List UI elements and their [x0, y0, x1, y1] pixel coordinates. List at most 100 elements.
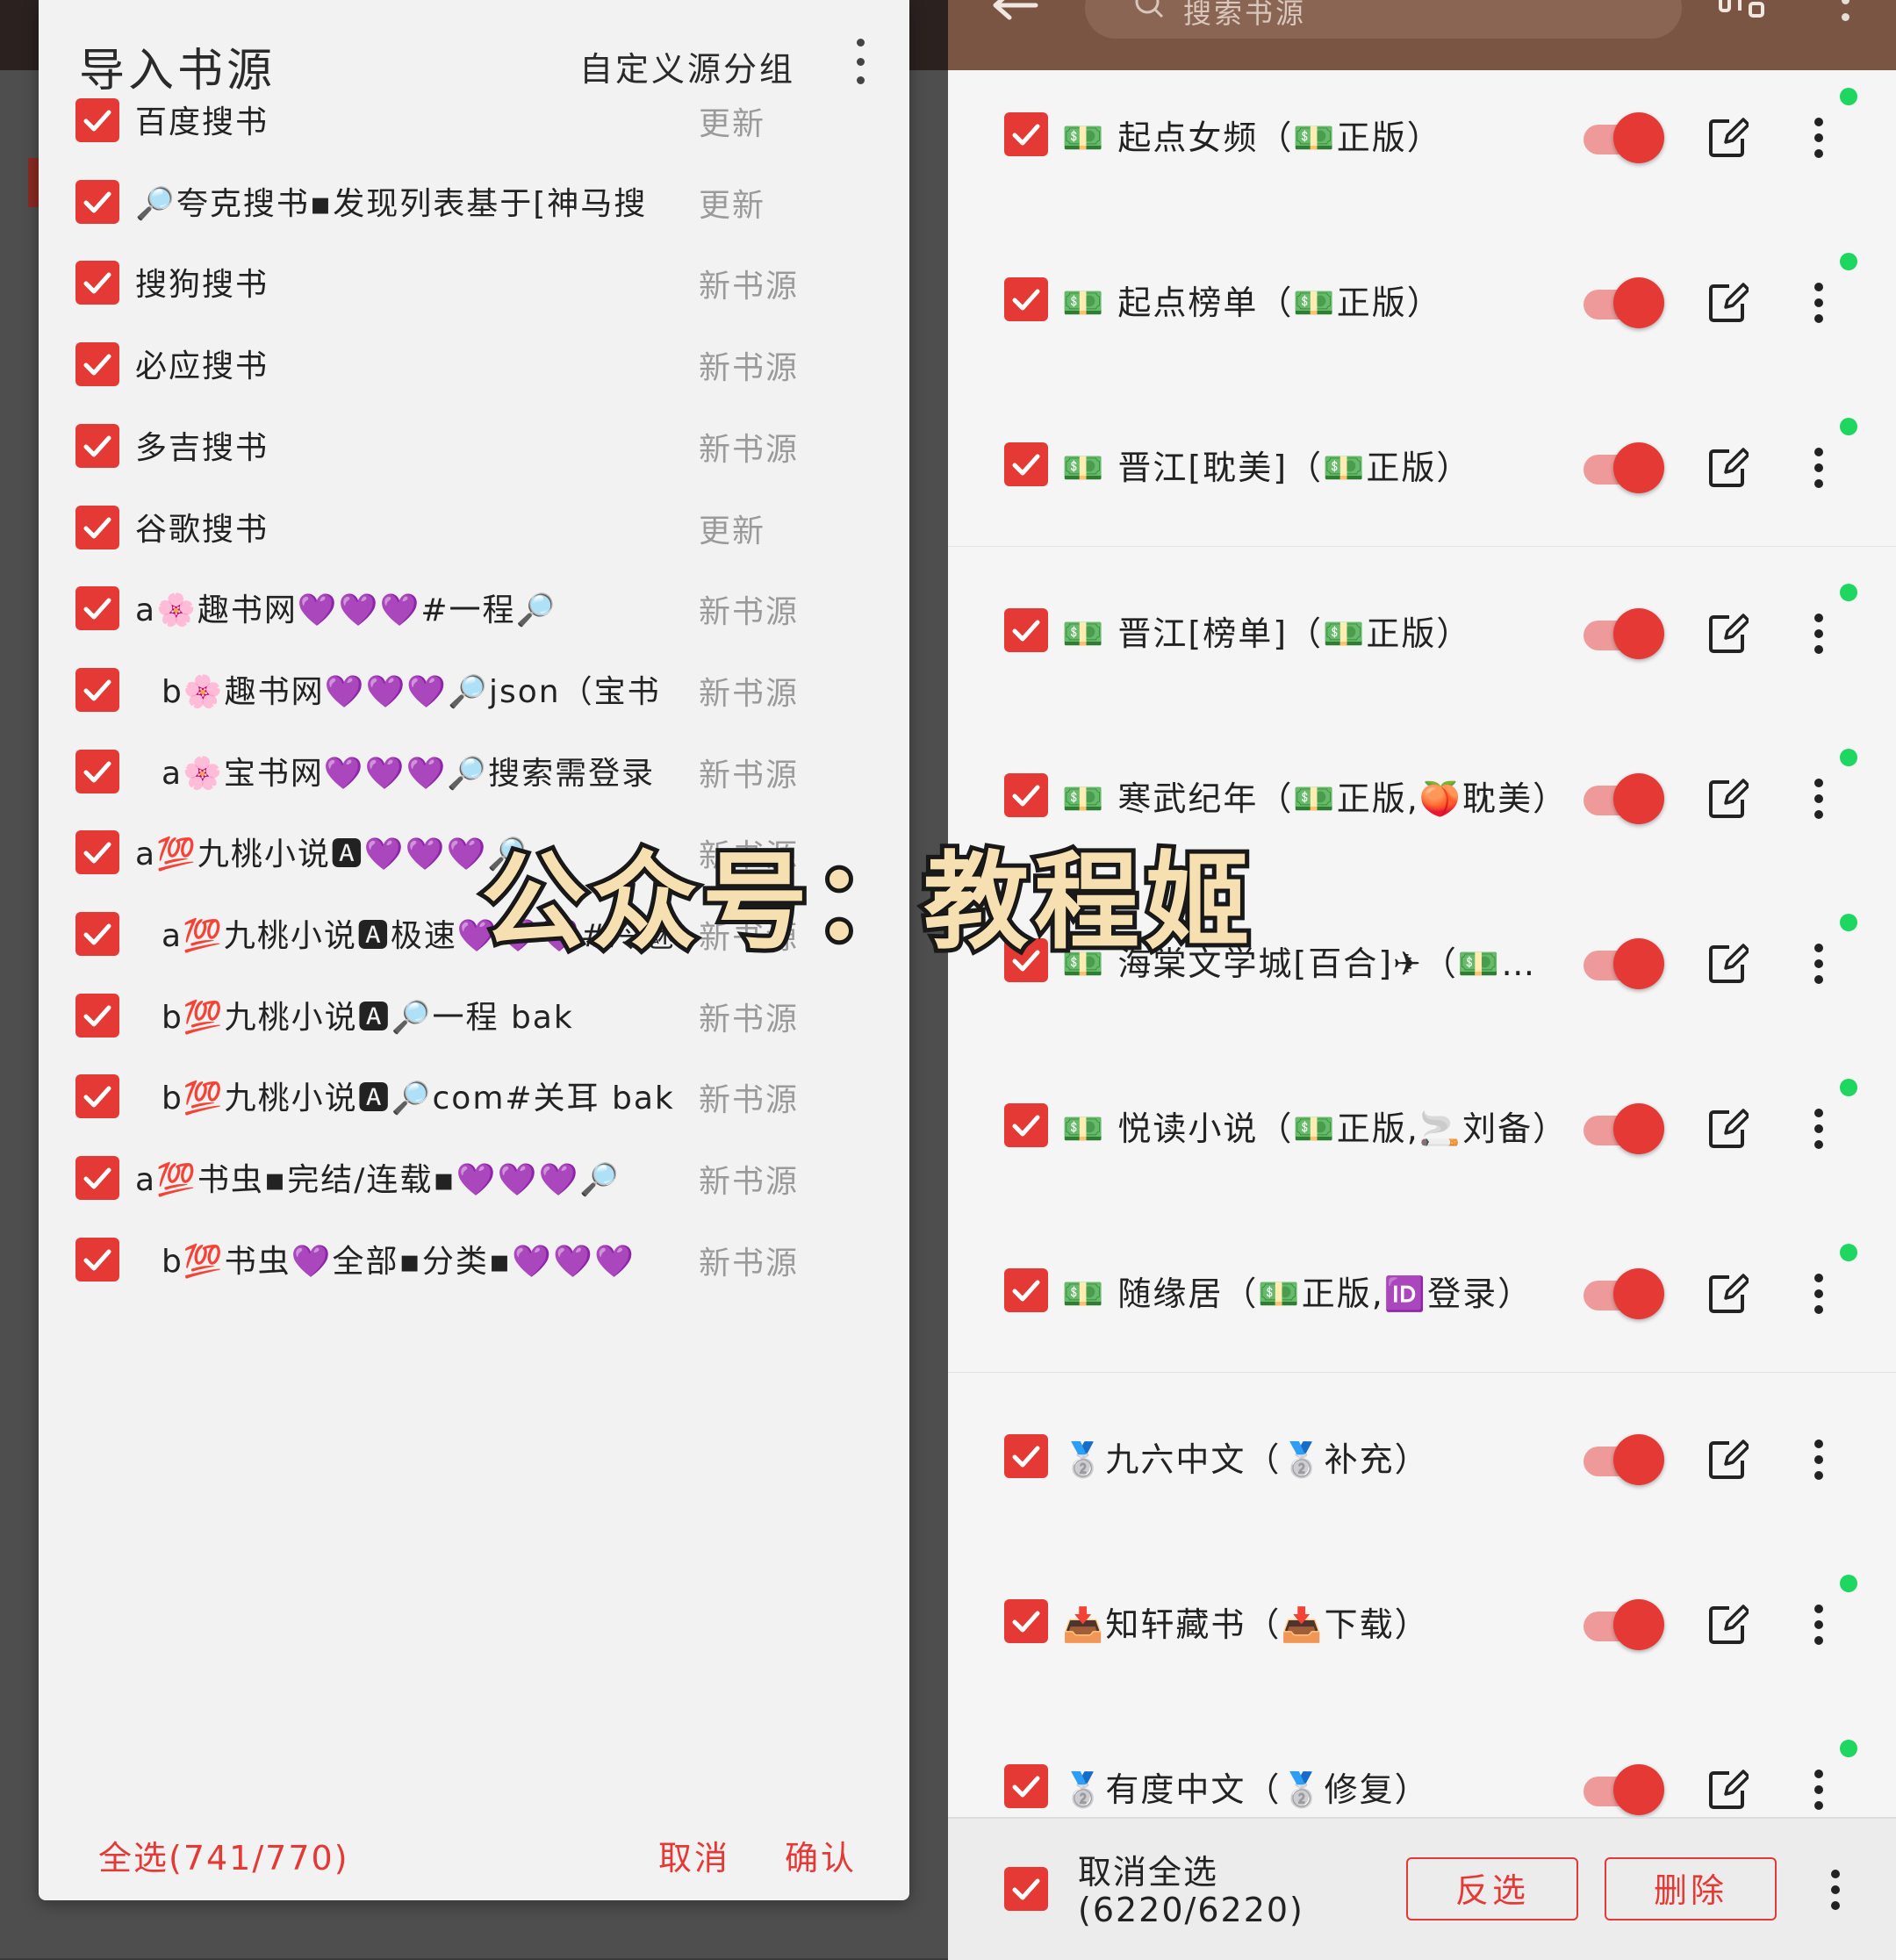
- more-vert-icon[interactable]: [1813, 1439, 1825, 1480]
- import-status: 更新: [699, 106, 766, 142]
- check-icon: [83, 598, 111, 620]
- edit-icon[interactable]: [1708, 613, 1749, 654]
- source-checkbox[interactable]: [1004, 772, 1048, 817]
- check-icon: [83, 679, 111, 701]
- import-checkbox[interactable]: [75, 667, 119, 712]
- edit-icon[interactable]: [1708, 779, 1749, 819]
- edit-icon[interactable]: [1708, 118, 1749, 158]
- import-checkbox[interactable]: [75, 505, 119, 549]
- source-row[interactable]: 🥈有度中文（🥈修复）: [948, 1703, 1896, 1817]
- check-icon: [83, 842, 111, 864]
- sort-icon[interactable]: [1717, 0, 1770, 26]
- source-name: a🌸宝书网💜💜💜🔎搜索需登录: [162, 755, 656, 792]
- import-checkbox[interactable]: [75, 993, 119, 1037]
- enable-toggle[interactable]: [1584, 772, 1664, 824]
- delete-button[interactable]: 删除: [1605, 1857, 1777, 1921]
- import-checkbox[interactable]: [75, 1237, 119, 1282]
- toolbar-more-icon[interactable]: [1838, 0, 1852, 21]
- edit-icon[interactable]: [1708, 448, 1749, 488]
- import-checkbox[interactable]: [75, 1156, 119, 1201]
- more-vert-icon[interactable]: [1829, 1870, 1842, 1910]
- more-vert-icon[interactable]: [1813, 283, 1825, 324]
- enable-toggle[interactable]: [1584, 607, 1664, 659]
- enable-toggle[interactable]: [1584, 112, 1664, 163]
- source-name: 💵 随缘居（💵正版,🆔登录）: [1062, 1274, 1533, 1314]
- enable-toggle[interactable]: [1584, 1433, 1664, 1485]
- custom-group-button[interactable]: 自定义源分组: [579, 42, 795, 90]
- confirm-button[interactable]: 确认: [785, 1831, 857, 1879]
- source-checkbox[interactable]: [1004, 1433, 1048, 1478]
- edit-icon[interactable]: [1708, 283, 1749, 323]
- invert-selection-button[interactable]: 反选: [1406, 1857, 1578, 1921]
- import-checkbox[interactable]: [75, 830, 119, 875]
- edit-icon[interactable]: [1708, 944, 1749, 984]
- source-row[interactable]: 📥知轩藏书（📥下载）: [948, 1537, 1896, 1705]
- import-checkbox[interactable]: [75, 342, 119, 387]
- source-row[interactable]: 💵 随缘居（💵正版,🆔登录）: [948, 1207, 1896, 1375]
- more-vert-icon[interactable]: [1813, 1604, 1825, 1645]
- edit-icon[interactable]: [1708, 1605, 1749, 1645]
- source-name: 💵 悦读小说（💵正版,🚬刘备）: [1062, 1109, 1569, 1149]
- enable-toggle[interactable]: [1584, 277, 1664, 329]
- deselect-all-label[interactable]: 取消全选: [1078, 1845, 1218, 1893]
- check-icon: [1012, 289, 1040, 311]
- source-checkbox[interactable]: [1004, 112, 1048, 156]
- import-checkbox[interactable]: [75, 1074, 119, 1119]
- import-checkbox[interactable]: [75, 261, 119, 305]
- select-all-checkbox[interactable]: [1004, 1867, 1048, 1911]
- more-vert-icon[interactable]: [1813, 118, 1825, 158]
- more-vert-icon[interactable]: [1813, 1770, 1825, 1810]
- more-vert-icon[interactable]: [1813, 448, 1825, 489]
- source-row[interactable]: 💵 悦读小说（💵正版,🚬刘备）: [948, 1042, 1896, 1210]
- source-checkbox[interactable]: [1004, 1268, 1048, 1313]
- more-vert-icon[interactable]: [1813, 613, 1825, 654]
- cancel-button[interactable]: 取消: [658, 1831, 730, 1879]
- import-row[interactable]: b💯书虫💜全部▪分类▪💜💜💜 新书源: [39, 1203, 909, 1318]
- enable-toggle[interactable]: [1584, 1103, 1664, 1155]
- import-checkbox[interactable]: [75, 98, 119, 142]
- source-row[interactable]: 💵 起点女频（💵正版）: [948, 70, 1896, 218]
- search-input[interactable]: [1085, 0, 1682, 39]
- edit-icon[interactable]: [1708, 1439, 1749, 1480]
- source-checkbox[interactable]: [1004, 607, 1048, 652]
- source-checkbox[interactable]: [1004, 1764, 1048, 1808]
- more-vert-icon[interactable]: [1813, 1109, 1825, 1150]
- enable-toggle[interactable]: [1584, 1764, 1664, 1815]
- toolbar: 搜索书源: [948, 0, 1896, 70]
- import-checkbox[interactable]: [75, 586, 119, 631]
- source-checkbox[interactable]: [1004, 442, 1048, 487]
- more-vert-icon[interactable]: [1813, 778, 1825, 819]
- enable-toggle[interactable]: [1584, 442, 1664, 494]
- edit-icon[interactable]: [1708, 1109, 1749, 1149]
- more-vert-icon[interactable]: [1813, 944, 1825, 984]
- check-icon: [83, 761, 111, 783]
- import-checkbox[interactable]: [75, 179, 119, 224]
- check-icon: [83, 272, 111, 294]
- import-status: 新书源: [699, 757, 800, 793]
- more-vert-icon[interactable]: [851, 39, 869, 84]
- status-dot: [1840, 1740, 1857, 1757]
- import-status: 新书源: [699, 431, 800, 468]
- source-checkbox[interactable]: [1004, 1598, 1048, 1643]
- edit-icon[interactable]: [1708, 1770, 1749, 1810]
- source-row[interactable]: 💵 晋江[耽美]（💵正版）: [948, 381, 1896, 549]
- status-dot: [1840, 88, 1857, 105]
- import-status: 新书源: [699, 1082, 800, 1119]
- edit-icon[interactable]: [1708, 1274, 1749, 1314]
- import-checkbox[interactable]: [75, 912, 119, 956]
- select-all-button[interactable]: 全选(741/770): [98, 1831, 349, 1879]
- import-checkbox[interactable]: [75, 423, 119, 468]
- enable-toggle[interactable]: [1584, 938, 1664, 989]
- back-arrow-icon[interactable]: [992, 0, 1039, 25]
- enable-toggle[interactable]: [1584, 1598, 1664, 1650]
- import-status: 新书源: [699, 269, 800, 305]
- import-status: 新书源: [699, 675, 800, 712]
- source-row[interactable]: 🥈九六中文（🥈补充）: [948, 1372, 1896, 1540]
- source-checkbox[interactable]: [1004, 1103, 1048, 1148]
- source-row[interactable]: 💵 起点榜单（💵正版）: [948, 216, 1896, 384]
- source-checkbox[interactable]: [1004, 277, 1048, 322]
- source-row[interactable]: 💵 晋江[榜单]（💵正版）: [948, 546, 1896, 714]
- enable-toggle[interactable]: [1584, 1268, 1664, 1320]
- import-checkbox[interactable]: [75, 749, 119, 793]
- more-vert-icon[interactable]: [1813, 1274, 1825, 1315]
